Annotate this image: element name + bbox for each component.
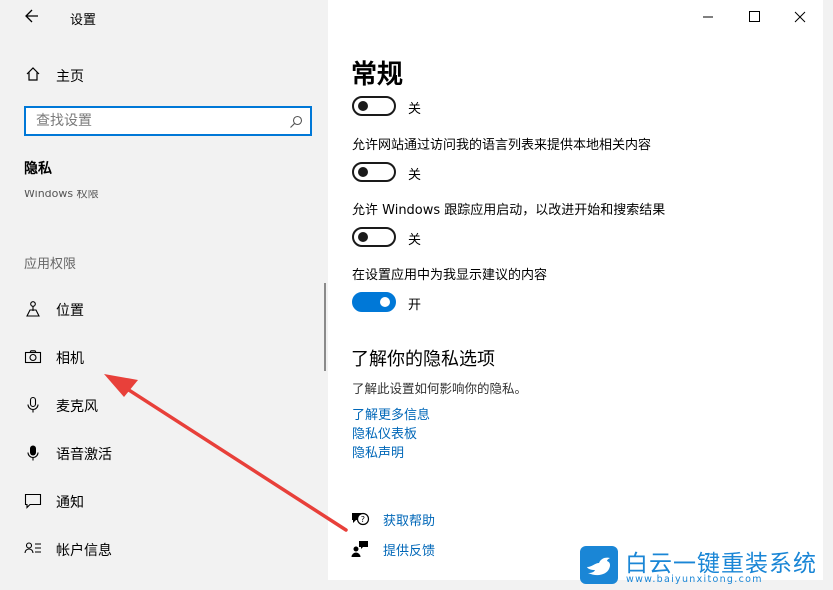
get-help-icon: ?: [350, 510, 370, 532]
back-arrow-icon[interactable]: [23, 6, 43, 26]
setting-description: 允许网站通过访问我的语言列表来提供本地相关内容: [352, 138, 652, 153]
toggle-state-label: 关: [408, 233, 422, 248]
minimize-icon: [703, 16, 713, 18]
feedback-row[interactable]: 提供反馈: [350, 538, 550, 560]
sidebar-item-label: 通知: [56, 495, 84, 511]
main-content: 常规 关 允许网站通过访问我的语言列表来提供本地相关内容 关 允许 Window…: [328, 0, 823, 580]
get-help-row[interactable]: ? 获取帮助: [350, 508, 550, 530]
sidebar-scrollbar[interactable]: [324, 283, 326, 371]
toggle-suggested-content[interactable]: [352, 292, 396, 312]
get-help-link[interactable]: 获取帮助: [383, 510, 435, 529]
privacy-statement-link[interactable]: 隐私声明: [352, 442, 404, 461]
search-icon[interactable]: [288, 114, 304, 134]
toggle-state-label: 开: [408, 298, 422, 313]
svg-text:?: ?: [361, 515, 365, 524]
sidebar-item-microphone[interactable]: 麦克风: [9, 384, 309, 424]
feedback-icon: [350, 540, 370, 562]
search-box[interactable]: [24, 106, 312, 136]
minimize-button[interactable]: [685, 0, 731, 34]
setting-description: 在设置应用中为我显示建议的内容: [352, 268, 548, 283]
app-title: 设置: [70, 13, 97, 28]
maximize-icon: [749, 11, 760, 22]
title-bar-left: 设置: [9, 0, 328, 34]
close-icon: [794, 11, 806, 23]
section-title: 隐私: [24, 161, 52, 177]
toggle-knob: [380, 297, 390, 307]
toggle-app-launch-tracking[interactable]: [352, 227, 396, 247]
clipped-sidebar-item: Windows 权限: [24, 190, 99, 200]
home-label: 主页: [56, 69, 84, 85]
toggle-state-label: 关: [408, 168, 422, 183]
feedback-link[interactable]: 提供反馈: [383, 540, 435, 559]
microphone-icon: [24, 396, 42, 414]
sidebar-item-label: 位置: [56, 303, 84, 319]
sidebar-item-label: 帐户信息: [56, 543, 112, 559]
bird-logo-icon: [580, 546, 618, 584]
watermark-url: www.baiyunxitong.com: [626, 574, 763, 585]
watermark-title: 白云一键重装系统: [625, 551, 817, 577]
sidebar-item-home[interactable]: 主页: [9, 60, 328, 88]
search-input[interactable]: [26, 108, 276, 134]
sidebar-item-account-info[interactable]: 帐户信息: [9, 528, 309, 568]
camera-icon: [24, 348, 42, 366]
privacy-options-heading: 了解你的隐私选项: [351, 349, 495, 370]
close-button[interactable]: [777, 0, 823, 34]
learn-more-link[interactable]: 了解更多信息: [352, 404, 430, 423]
sidebar-item-location[interactable]: 位置: [9, 288, 309, 328]
sidebar: 设置 主页 隐私 Windows 权限 应用权限 位置 相机 麦克风: [9, 0, 328, 580]
sidebar-item-label: 语音激活: [56, 447, 112, 463]
voice-activation-icon: [24, 444, 42, 462]
toggle-knob: [358, 167, 368, 177]
toggle-state-label: 关: [408, 102, 422, 117]
sidebar-item-camera[interactable]: 相机: [9, 336, 309, 376]
notification-icon: [24, 492, 42, 510]
privacy-dashboard-link[interactable]: 隐私仪表板: [352, 423, 417, 442]
sidebar-item-notifications[interactable]: 通知: [9, 480, 309, 520]
background-strip-left: [0, 0, 9, 590]
page-heading: 常规: [351, 60, 404, 90]
sidebar-item-label: 相机: [56, 351, 84, 367]
sidebar-item-label: 麦克风: [56, 399, 98, 415]
toggle-setting-0[interactable]: [352, 96, 396, 116]
setting-description: 允许 Windows 跟踪应用启动，以改进开始和搜索结果: [352, 203, 666, 218]
toggle-language-list[interactable]: [352, 162, 396, 182]
account-info-icon: [24, 540, 42, 558]
watermark: 白云一键重装系统 www.baiyunxitong.com: [578, 543, 828, 587]
toggle-knob: [358, 232, 368, 242]
sidebar-item-voice-activation[interactable]: 语音激活: [9, 432, 309, 472]
toggle-knob: [358, 101, 368, 111]
location-icon: [24, 300, 42, 318]
group-heading: 应用权限: [24, 257, 77, 272]
maximize-button[interactable]: [731, 0, 777, 34]
home-icon: [25, 66, 41, 86]
background-strip-right: [823, 0, 833, 590]
privacy-description: 了解此设置如何影响你的隐私。: [352, 381, 528, 396]
